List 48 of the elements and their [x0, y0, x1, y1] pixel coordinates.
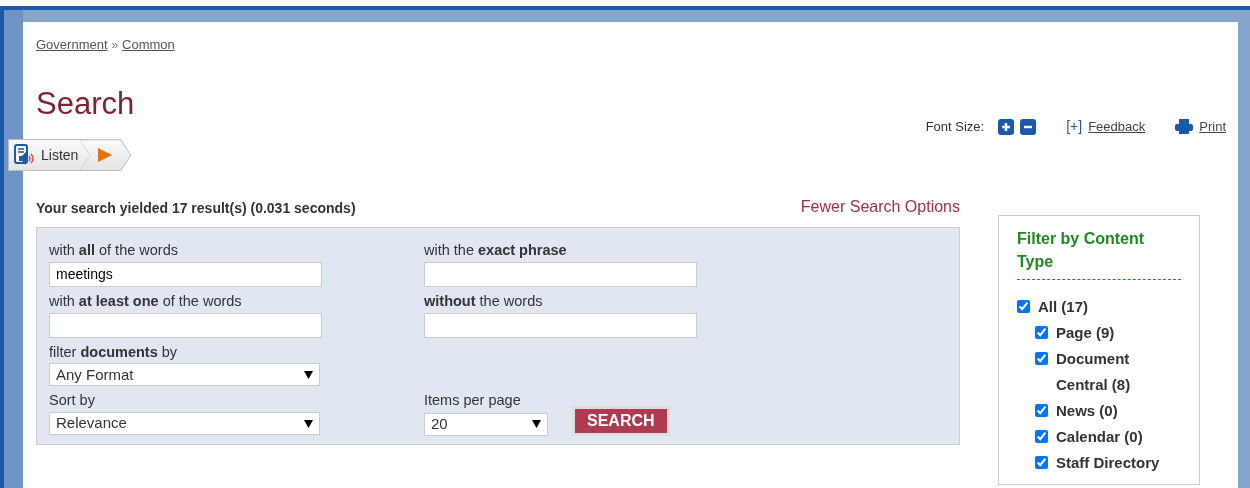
page-title: Search: [36, 85, 136, 123]
filter-option-label: Page (9): [1056, 322, 1115, 343]
results-summary: Your search yielded 17 result(s) (0.031 seconds): [36, 199, 356, 219]
caret-icon: [304, 419, 313, 428]
speaker-document-icon: [13, 144, 35, 167]
filter-option-label: Calendar (0): [1056, 426, 1143, 447]
checkbox[interactable]: [1035, 429, 1048, 443]
breadcrumb-link[interactable]: Common: [122, 37, 175, 52]
feedback-link[interactable]: Feedback: [1088, 116, 1146, 137]
checkbox[interactable]: [1035, 455, 1048, 469]
breadcrumb-link[interactable]: Government: [36, 37, 108, 52]
listen-button[interactable]: Listen: [8, 139, 89, 172]
field-label: filter documents by: [49, 342, 179, 362]
filter-option-label: Document Central (8): [1056, 348, 1132, 395]
field-label: with at least one of the words: [49, 291, 243, 311]
field-label: with the exact phrase: [424, 241, 568, 261]
filter-option-label: All (17): [1038, 296, 1088, 317]
filter-title: Filter by Content Type: [1017, 228, 1181, 280]
fewer-options-link[interactable]: Fewer Search Options: [800, 195, 960, 220]
dropdown[interactable]: Relevance: [49, 412, 320, 436]
checkbox[interactable]: [1017, 299, 1030, 313]
printer-icon[interactable]: [1175, 119, 1194, 135]
text-input[interactable]: [424, 261, 697, 287]
field-label: with all of the words: [49, 241, 179, 261]
caret-icon: [532, 420, 541, 429]
text-input[interactable]: [424, 312, 697, 338]
checkbox[interactable]: [1035, 351, 1048, 365]
play-icon: [97, 147, 114, 164]
filter-option-label: News (0): [1056, 400, 1118, 421]
search-button[interactable]: SEARCH: [572, 406, 670, 437]
field-label: Items per page: [424, 391, 522, 411]
text-input[interactable]: meetings: [49, 261, 322, 287]
filter-option-label: Staff Directory: [1056, 452, 1160, 473]
plus-icon: [1001, 121, 1012, 132]
increase-font-button[interactable]: [998, 118, 1015, 135]
dropdown[interactable]: 20: [424, 412, 548, 436]
checkbox[interactable]: [1035, 403, 1048, 417]
text-input[interactable]: [49, 312, 322, 338]
dropdown[interactable]: Any Format: [49, 363, 320, 387]
field-label: Sort by: [49, 391, 96, 411]
caret-icon: [304, 370, 313, 379]
breadcrumb-separator: »: [111, 38, 119, 52]
print-link[interactable]: Print: [1199, 116, 1226, 137]
font-size-label: Font Size:: [925, 117, 985, 136]
field-label: without the words: [424, 291, 544, 311]
checkbox[interactable]: [1035, 325, 1048, 339]
decrease-font-button[interactable]: [1020, 118, 1037, 135]
feedback-bracket-icon: [+]: [1066, 116, 1083, 138]
